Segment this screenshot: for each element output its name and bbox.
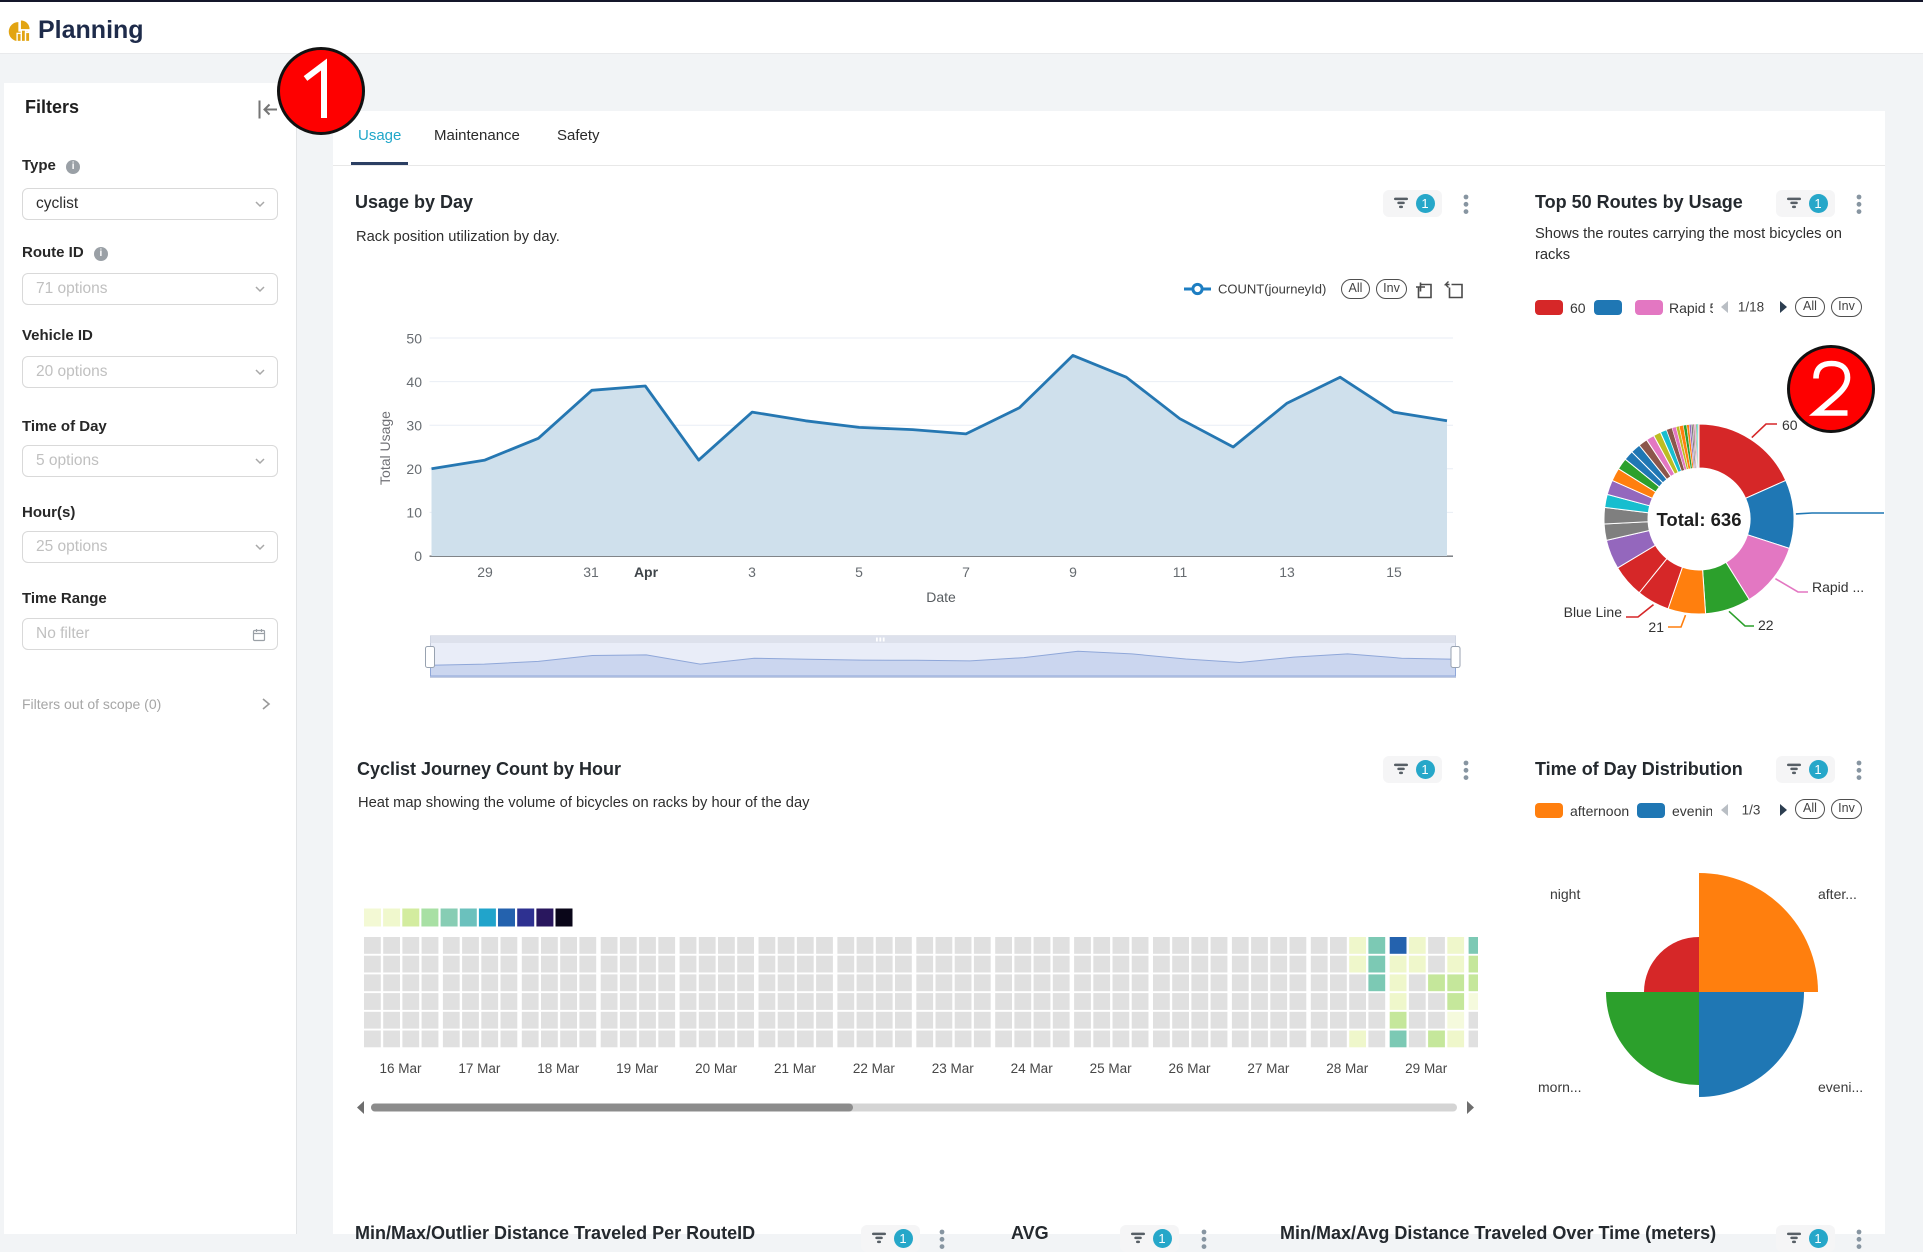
svg-text:5: 5 (855, 564, 863, 580)
svg-text:11: 11 (1173, 564, 1188, 580)
svg-text:Rapid ...: Rapid ... (1812, 579, 1864, 595)
svg-text:21 Mar: 21 Mar (774, 1061, 817, 1076)
svg-text:13: 13 (1279, 564, 1295, 580)
svg-text:1/18: 1/18 (1738, 300, 1764, 315)
svg-text:Blue Line: Blue Line (1564, 604, 1623, 620)
svg-text:28 Mar: 28 Mar (1326, 1061, 1369, 1076)
svg-text:19 Mar: 19 Mar (616, 1061, 659, 1076)
svg-text:Total Usage: Total Usage (377, 411, 393, 485)
svg-text:3: 3 (748, 564, 756, 580)
svg-text:eveni...: eveni... (1818, 1079, 1863, 1095)
svg-text:50: 50 (406, 331, 422, 347)
svg-text:25 Mar: 25 Mar (1090, 1061, 1133, 1076)
svg-text:18 Mar: 18 Mar (537, 1061, 580, 1076)
svg-text:29 Mar: 29 Mar (1405, 1061, 1448, 1076)
svg-text:15: 15 (1386, 564, 1402, 580)
svg-text:30: 30 (406, 418, 422, 434)
svg-text:16 Mar: 16 Mar (379, 1061, 422, 1076)
svg-text:7: 7 (962, 564, 970, 580)
svg-text:Date: Date (926, 589, 956, 605)
svg-text:21: 21 (1648, 619, 1664, 635)
svg-text:24 Mar: 24 Mar (1011, 1061, 1054, 1076)
svg-text:9: 9 (1069, 564, 1077, 580)
svg-text:29: 29 (477, 564, 493, 580)
svg-text:Apr: Apr (634, 564, 659, 580)
svg-text:27 Mar: 27 Mar (1247, 1061, 1290, 1076)
svg-text:Total: 636: Total: 636 (1657, 509, 1742, 530)
svg-text:morn...: morn... (1538, 1079, 1582, 1095)
svg-text:after...: after... (1818, 886, 1857, 902)
svg-text:20 Mar: 20 Mar (695, 1061, 738, 1076)
svg-text:0: 0 (414, 548, 422, 564)
svg-text:10: 10 (406, 505, 422, 521)
svg-text:40: 40 (406, 374, 422, 390)
svg-text:17 Mar: 17 Mar (458, 1061, 501, 1076)
svg-text:22: 22 (1758, 617, 1774, 633)
svg-text:20: 20 (406, 461, 422, 477)
svg-text:22 Mar: 22 Mar (853, 1061, 896, 1076)
svg-text:31: 31 (583, 564, 599, 580)
svg-text:1/3: 1/3 (1742, 803, 1761, 818)
svg-text:night: night (1550, 886, 1580, 902)
svg-text:COUNT(journeyId): COUNT(journeyId) (1218, 282, 1326, 297)
svg-text:23 Mar: 23 Mar (932, 1061, 975, 1076)
svg-text:26 Mar: 26 Mar (1168, 1061, 1211, 1076)
